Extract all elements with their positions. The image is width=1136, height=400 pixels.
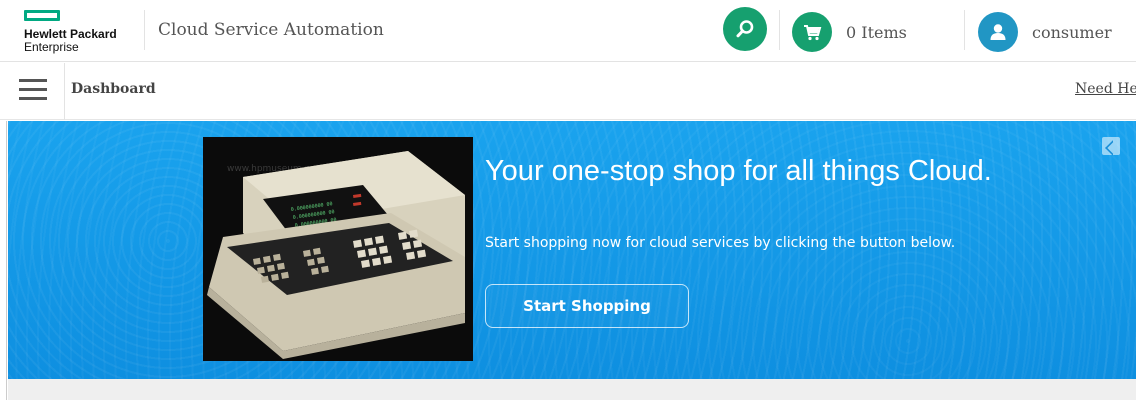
sub-header: Dashboard Need Hel [0, 63, 1136, 120]
hpe-logo[interactable]: Hewlett Packard Enterprise [24, 10, 144, 56]
subbar-divider [64, 63, 65, 120]
hpe-logo-mark [24, 10, 60, 21]
hero-subtitle: Start shopping now for cloud services by… [485, 235, 956, 251]
top-header: Hewlett Packard Enterprise Cloud Service… [0, 0, 1136, 62]
breadcrumb: Dashboard [71, 81, 156, 97]
hpe-logo-line2: Enterprise [24, 40, 79, 54]
content-area [8, 379, 1136, 400]
start-shopping-button[interactable]: Start Shopping [485, 284, 689, 328]
search-icon [736, 20, 754, 38]
page-left-edge [0, 121, 8, 400]
user-icon [990, 24, 1006, 40]
user-avatar [978, 12, 1018, 52]
header-divider [144, 10, 145, 50]
need-help-link[interactable]: Need Hel [1075, 81, 1136, 97]
cart-count-label: 0 Items [846, 22, 907, 42]
header-divider [964, 10, 965, 50]
expand-icon[interactable] [1102, 137, 1120, 155]
user-menu[interactable]: consumer [978, 12, 1112, 52]
hamburger-icon[interactable] [19, 77, 47, 103]
hero-photo-calculator: www.hpmuseum.net 0.000000000 00 0.000000… [203, 137, 473, 361]
user-name: consumer [1032, 22, 1112, 42]
hpe-logo-line1: Hewlett Packard [24, 27, 117, 41]
cart-icon-circle [792, 12, 832, 52]
cart-icon [804, 25, 822, 41]
header-divider [779, 10, 780, 50]
app-title: Cloud Service Automation [158, 20, 384, 40]
calculator-illustration: www.hpmuseum.net 0.000000000 00 0.000000… [203, 137, 473, 361]
search-button[interactable] [723, 7, 767, 51]
hero-title: Your one-stop shop for all things Cloud. [485, 155, 992, 187]
cart-button[interactable]: 0 Items [792, 12, 907, 52]
hero-banner: www.hpmuseum.net 0.000000000 00 0.000000… [8, 121, 1136, 379]
